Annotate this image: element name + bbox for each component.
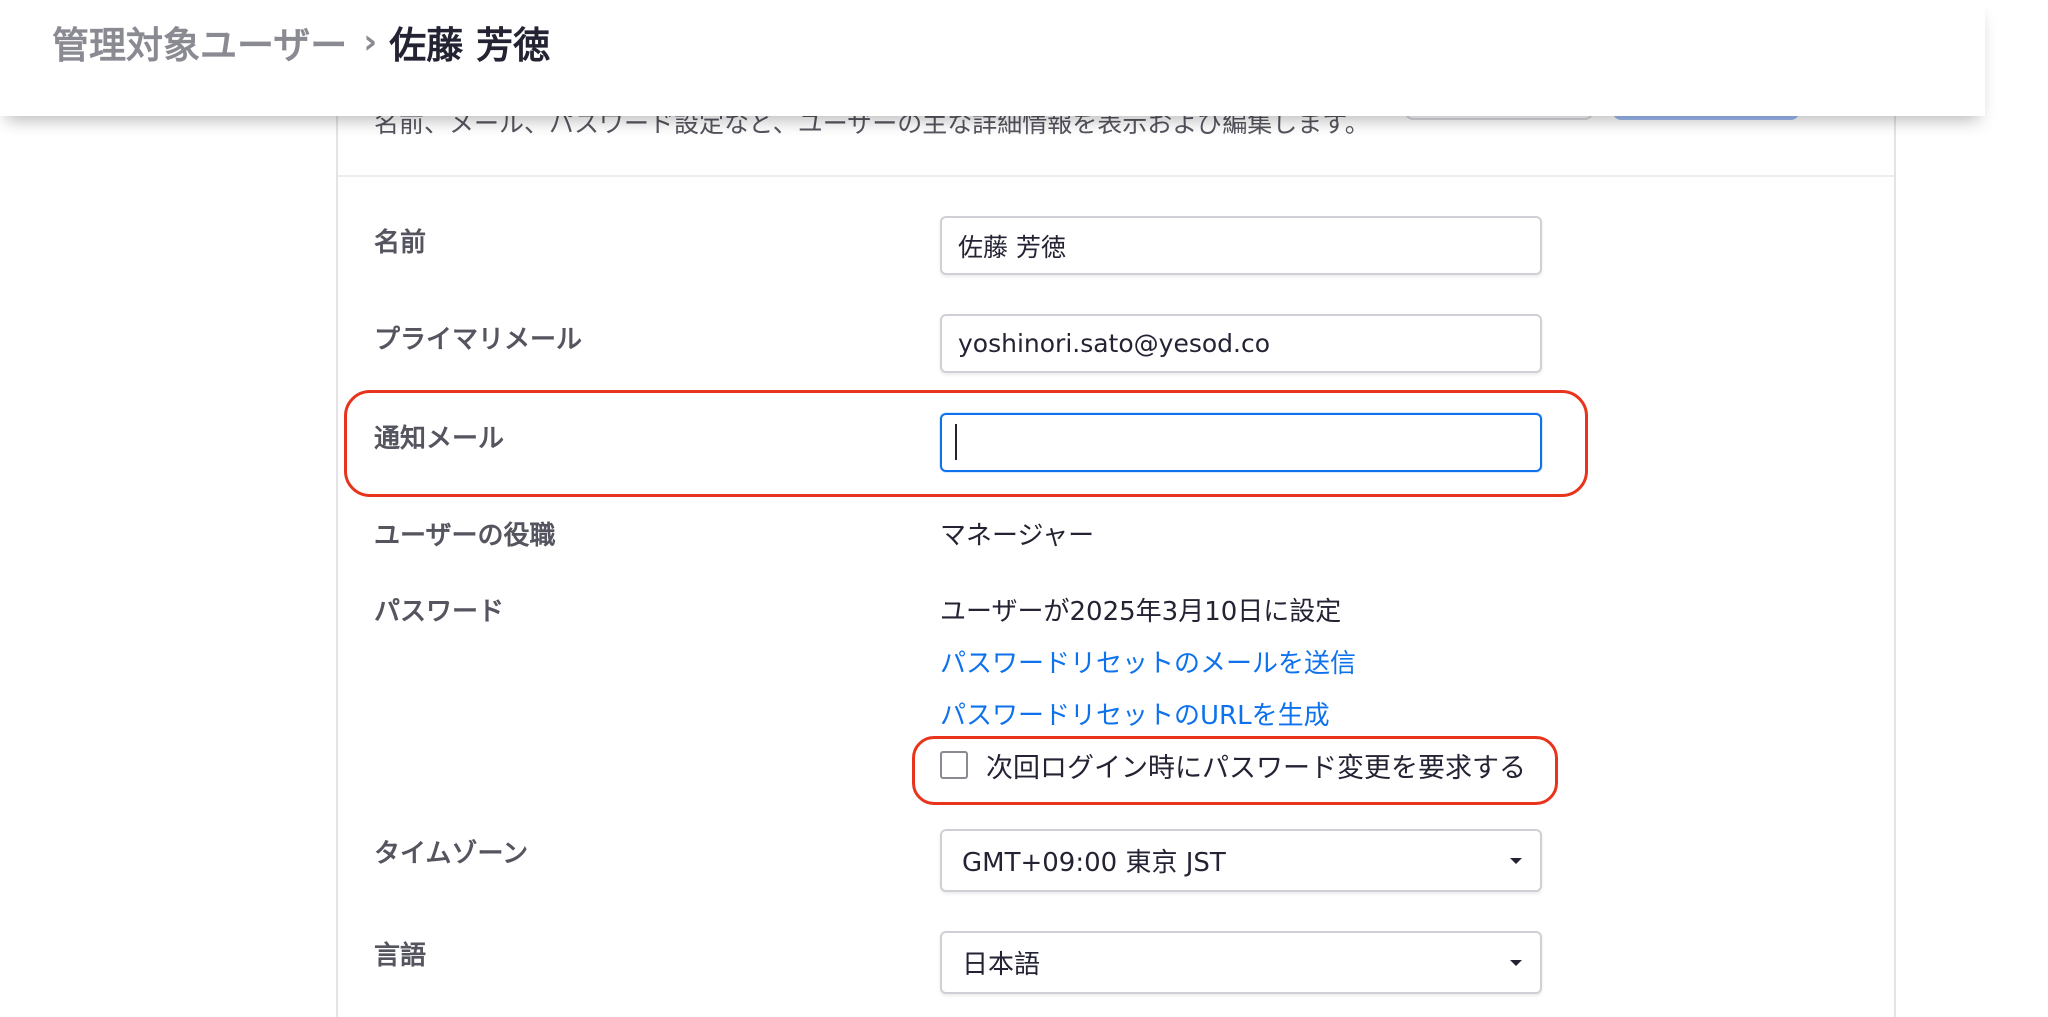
name-label: 名前: [374, 228, 427, 258]
breadcrumb: 管理対象ユーザー › 佐藤 芳徳: [52, 20, 550, 67]
primary-email-label: プライマリメール: [374, 325, 583, 355]
require-password-change-highlight: [912, 736, 1558, 805]
password-label: パスワード: [374, 597, 505, 627]
caret-down-icon: [1510, 959, 1522, 966]
divider: [338, 175, 1894, 177]
timezone-select[interactable]: GMT+09:00 東京 JST: [940, 829, 1542, 892]
password-status: ユーザーが2025年3月10日に設定: [940, 597, 1342, 627]
language-label: 言語: [374, 941, 427, 971]
user-detail-page: 名前、メール、パスワード設定など、ユーザーの主な詳細情報を表示および編集します。…: [0, 0, 2048, 1017]
timezone-selected-value: GMT+09:00 東京 JST: [962, 848, 1226, 878]
name-input[interactable]: [940, 216, 1542, 275]
breadcrumb-parent-link[interactable]: 管理対象ユーザー: [52, 15, 347, 69]
generate-password-reset-url-link[interactable]: パスワードリセットのURLを生成: [940, 695, 1330, 732]
language-selected-value: 日本語: [962, 950, 1041, 980]
role-label: ユーザーの役職: [374, 521, 556, 551]
page-title: 佐藤 芳徳: [389, 24, 551, 67]
chevron-right-icon: ›: [363, 22, 378, 62]
primary-email-input[interactable]: [940, 314, 1542, 373]
timezone-label: タイムゾーン: [374, 839, 529, 869]
role-value: マネージャー: [940, 521, 1095, 551]
page-header: 管理対象ユーザー › 佐藤 芳徳: [0, 0, 1985, 116]
send-password-reset-email-link[interactable]: パスワードリセットのメールを送信: [940, 643, 1356, 680]
language-select[interactable]: 日本語: [940, 931, 1542, 994]
notification-email-highlight: [344, 390, 1588, 497]
caret-down-icon: [1510, 857, 1522, 864]
